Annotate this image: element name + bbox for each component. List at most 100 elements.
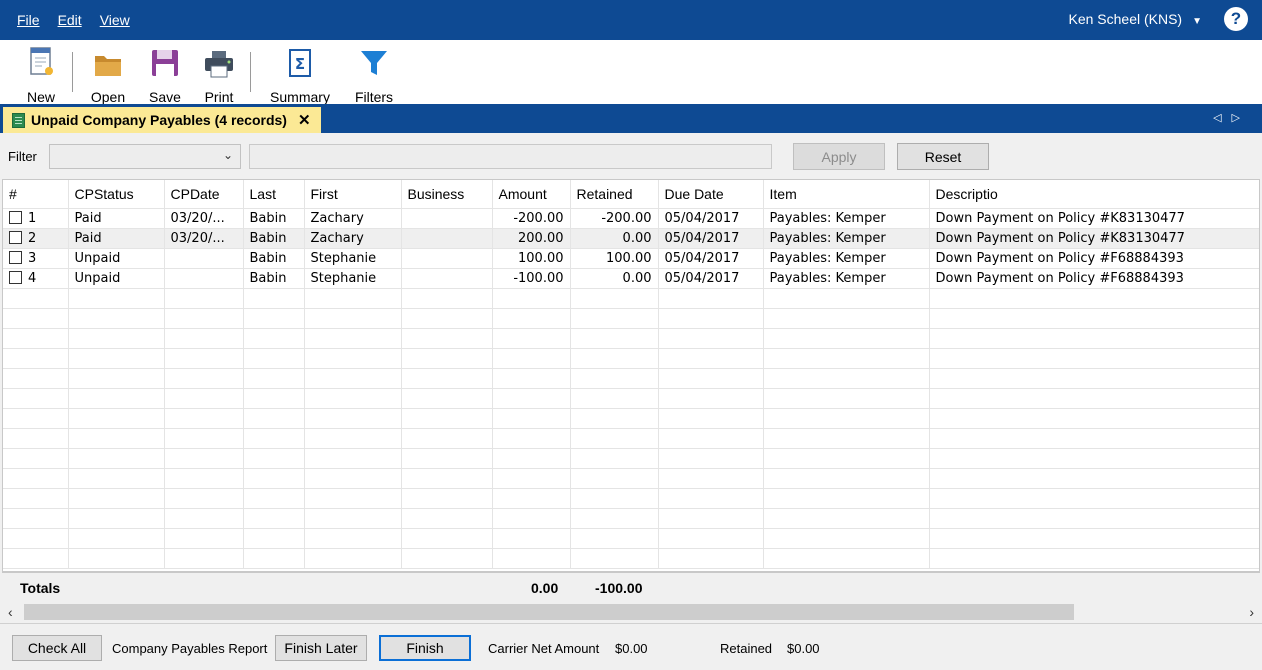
filters-button[interactable]: Filters	[352, 46, 396, 105]
column-header-retained[interactable]: Retained	[570, 180, 659, 209]
bottom-bar: Check All Company Payables Report Finish…	[0, 623, 1262, 670]
empty-cell	[164, 348, 244, 369]
help-icon[interactable]: ?	[1224, 7, 1248, 31]
save-button[interactable]: Save	[145, 46, 185, 105]
column-header-number[interactable]: #	[3, 180, 69, 209]
reset-button[interactable]: Reset	[897, 143, 989, 170]
column-header-item[interactable]: Item	[763, 180, 930, 209]
empty-cell	[929, 468, 1259, 489]
scroll-left-icon[interactable]: ‹	[8, 604, 13, 620]
empty-cell	[570, 488, 659, 509]
empty-cell	[570, 448, 659, 469]
menu-edit[interactable]: Edit	[58, 12, 82, 28]
item-cell: Payables: Kemper	[763, 208, 930, 229]
empty-cell	[68, 388, 165, 409]
empty-row	[3, 388, 1259, 409]
column-header-business[interactable]: Business	[401, 180, 493, 209]
empty-cell	[401, 448, 493, 469]
empty-cell	[68, 448, 165, 469]
toolbar-separator	[72, 52, 73, 92]
row-checkbox[interactable]	[9, 210, 22, 224]
item-cell: Payables: Kemper	[763, 228, 930, 249]
table-body: 1 Paid 03/20/... Babin Zachary -200.00 -…	[3, 208, 1259, 569]
filter-field-select[interactable]: ⌄	[49, 144, 241, 169]
table-row[interactable]: 1 Paid 03/20/... Babin Zachary -200.00 -…	[3, 208, 1259, 229]
scrollbar-thumb[interactable]	[24, 604, 1074, 620]
empty-cell	[929, 368, 1259, 389]
finish-later-button[interactable]: Finish Later	[275, 635, 367, 661]
filter-bar: Filter ⌄ Apply Reset	[0, 133, 1262, 177]
row-checkbox[interactable]	[9, 230, 22, 244]
column-header-first[interactable]: First	[304, 180, 402, 209]
empty-cell	[658, 328, 764, 349]
tab-scroll-right-icon[interactable]: ▷	[1232, 112, 1250, 124]
empty-cell	[401, 288, 493, 309]
empty-cell	[570, 388, 659, 409]
empty-cell	[658, 288, 764, 309]
empty-cell	[68, 548, 165, 569]
open-button[interactable]: Open	[88, 46, 128, 105]
empty-cell	[492, 408, 571, 429]
empty-row	[3, 288, 1259, 309]
empty-cell	[492, 308, 571, 329]
row-checkbox[interactable]	[9, 250, 22, 264]
amount-cell: 200.00	[492, 228, 571, 249]
table-row[interactable]: 2 Paid 03/20/... Babin Zachary 200.00 0.…	[3, 228, 1259, 249]
table-row[interactable]: 4 Unpaid Babin Stephanie -100.00 0.00 05…	[3, 268, 1259, 289]
empty-cell	[570, 328, 659, 349]
check-all-button[interactable]: Check All	[12, 635, 102, 661]
empty-cell	[304, 508, 402, 529]
filter-value-input[interactable]	[249, 144, 772, 169]
empty-cell	[3, 508, 69, 529]
empty-cell	[243, 388, 305, 409]
empty-cell	[492, 288, 571, 309]
menu-file[interactable]: File	[17, 12, 40, 28]
date-cell	[164, 268, 244, 289]
due-date-cell: 05/04/2017	[658, 268, 764, 289]
empty-cell	[763, 288, 930, 309]
empty-cell	[929, 548, 1259, 569]
horizontal-scrollbar[interactable]: ‹ ›	[2, 602, 1260, 622]
empty-cell	[763, 348, 930, 369]
empty-cell	[929, 448, 1259, 469]
business-cell	[401, 248, 493, 269]
row-checkbox[interactable]	[9, 270, 22, 284]
first-name-cell: Stephanie	[304, 248, 402, 269]
empty-cell	[570, 528, 659, 549]
empty-cell	[164, 408, 244, 429]
totals-amount: 0.00	[531, 580, 559, 596]
column-header-amount[interactable]: Amount	[492, 180, 571, 209]
column-header-due-date[interactable]: Due Date	[658, 180, 764, 209]
column-header-last[interactable]: Last	[243, 180, 305, 209]
scroll-right-icon[interactable]: ›	[1249, 604, 1254, 620]
tab-unpaid-company-payables[interactable]: Unpaid Company Payables (4 records) ✕	[3, 107, 321, 133]
empty-cell	[3, 448, 69, 469]
apply-button[interactable]: Apply	[793, 143, 885, 170]
print-button[interactable]: Print	[199, 46, 239, 105]
empty-cell	[304, 548, 402, 569]
new-button[interactable]: New	[22, 46, 60, 105]
empty-cell	[164, 548, 244, 569]
table-row[interactable]: 3 Unpaid Babin Stephanie 100.00 100.00 0…	[3, 248, 1259, 269]
empty-cell	[68, 468, 165, 489]
due-date-cell: 05/04/2017	[658, 228, 764, 249]
column-header-cpstatus[interactable]: CPStatus	[68, 180, 165, 209]
column-header-description[interactable]: Descriptio	[929, 180, 1259, 209]
empty-cell	[570, 548, 659, 569]
status-cell: Paid	[68, 208, 165, 229]
close-icon[interactable]: ✕	[298, 111, 311, 129]
carrier-net-label: Carrier Net Amount	[488, 641, 600, 656]
empty-row	[3, 508, 1259, 529]
tab-scroll-left-icon[interactable]: ◁	[1213, 112, 1231, 124]
empty-cell	[3, 328, 69, 349]
menu-view[interactable]: View	[100, 12, 130, 28]
totals-label: Totals	[20, 580, 61, 596]
empty-row	[3, 528, 1259, 549]
finish-button[interactable]: Finish	[379, 635, 471, 661]
column-header-cpdate[interactable]: CPDate	[164, 180, 244, 209]
empty-cell	[763, 408, 930, 429]
empty-cell	[658, 468, 764, 489]
summary-button[interactable]: Σ Summary	[266, 46, 334, 105]
user-menu[interactable]: Ken Scheel (KNS) ▼	[1068, 11, 1202, 27]
empty-cell	[401, 468, 493, 489]
